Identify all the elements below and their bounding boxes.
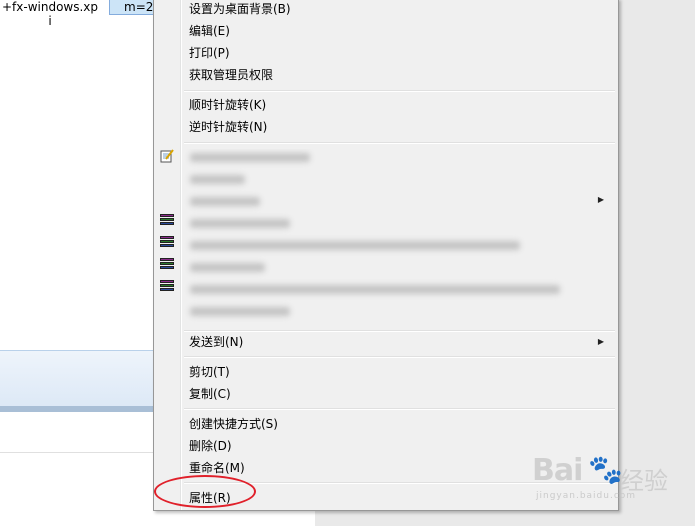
menu-separator bbox=[184, 356, 615, 358]
watermark-url: jingyan.baidu.com bbox=[536, 491, 637, 501]
menu-separator bbox=[184, 408, 615, 410]
menu-item-blurred-submenu[interactable]: ▶ bbox=[156, 189, 616, 211]
menu-item-rotate-counterclockwise[interactable]: 逆时针旋转(N) bbox=[156, 116, 616, 138]
file-item-label[interactable]: +fx-windows.xp i bbox=[0, 0, 100, 28]
blurred-item bbox=[190, 241, 520, 250]
menu-item-send-to[interactable]: 发送到(N) ▶ bbox=[156, 331, 616, 353]
file-label-line2: i bbox=[48, 14, 52, 28]
winrar-icon bbox=[160, 280, 174, 294]
winrar-icon bbox=[160, 258, 174, 272]
menu-item-label: 设置为桌面背景(B) bbox=[189, 2, 291, 16]
menu-item-cut[interactable]: 剪切(T) bbox=[156, 361, 616, 383]
blurred-item bbox=[190, 307, 290, 316]
menu-item-take-ownership[interactable]: 获取管理员权限 bbox=[156, 64, 616, 86]
blurred-menu-items bbox=[182, 149, 618, 327]
menu-item-label: 顺时针旋转(K) bbox=[189, 98, 267, 112]
file-label-line1: +fx-windows.xp bbox=[1, 0, 99, 14]
menu-item-label: 发送到(N) bbox=[189, 335, 244, 349]
paw-icon: 🐾 bbox=[588, 453, 623, 486]
menu-item-label: 复制(C) bbox=[189, 387, 231, 401]
watermark-brand: Bai bbox=[532, 453, 583, 488]
menu-item-label: 删除(D) bbox=[189, 439, 232, 453]
winrar-icon bbox=[160, 214, 174, 228]
blurred-item bbox=[190, 153, 310, 162]
menu-item-copy[interactable]: 复制(C) bbox=[156, 383, 616, 405]
blurred-item bbox=[190, 219, 290, 228]
menu-item-label: 逆时针旋转(N) bbox=[189, 120, 268, 134]
menu-separator bbox=[184, 90, 615, 92]
menu-item-label: 创建快捷方式(S) bbox=[189, 417, 278, 431]
menu-item-label: 剪切(T) bbox=[189, 365, 230, 379]
menu-item-rotate-clockwise[interactable]: 顺时针旋转(K) bbox=[156, 94, 616, 116]
menu-item-label: 获取管理员权限 bbox=[189, 68, 274, 82]
menu-item-print[interactable]: 打印(P) bbox=[156, 42, 616, 64]
blurred-item bbox=[190, 263, 265, 272]
submenu-arrow-icon: ▶ bbox=[597, 337, 604, 346]
context-menu: 设置为桌面背景(B) 编辑(E) 打印(P) 获取管理员权限 顺时针旋转(K) … bbox=[153, 0, 619, 511]
submenu-arrow-icon: ▶ bbox=[597, 195, 604, 204]
menu-item-set-desktop-background[interactable]: 设置为桌面背景(B) bbox=[156, 0, 616, 20]
notepad-icon bbox=[160, 149, 174, 163]
highlight-ellipse bbox=[154, 475, 256, 508]
menu-item-label: 打印(P) bbox=[189, 46, 230, 60]
menu-item-label: 编辑(E) bbox=[189, 24, 230, 38]
menu-item-edit[interactable]: 编辑(E) bbox=[156, 20, 616, 42]
baidu-jingyan-watermark: Bai 🐾 经验 jingyan.baidu.com bbox=[532, 447, 682, 501]
menu-item-create-shortcut[interactable]: 创建快捷方式(S) bbox=[156, 413, 616, 435]
winrar-icon bbox=[160, 236, 174, 250]
blurred-item bbox=[190, 175, 245, 184]
blurred-item bbox=[190, 285, 560, 294]
menu-separator bbox=[184, 142, 615, 144]
